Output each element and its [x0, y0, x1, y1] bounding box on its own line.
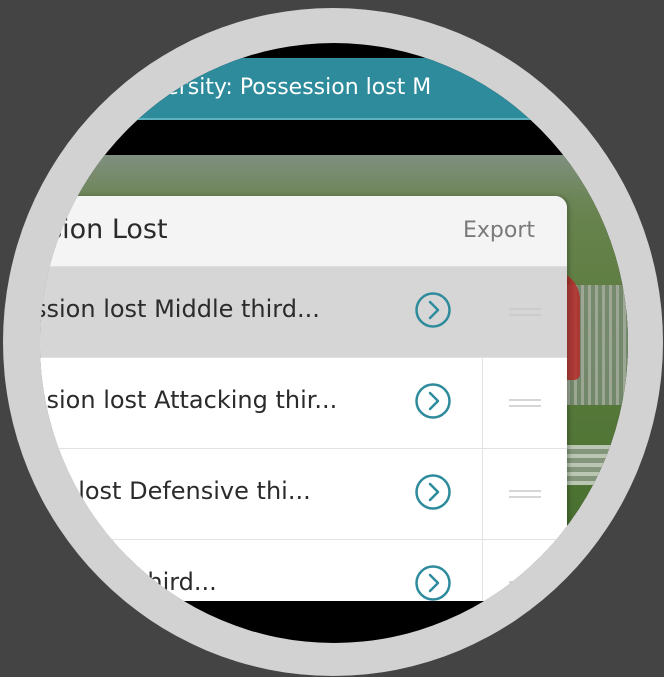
drag-handle-icon[interactable]: [509, 489, 541, 499]
list-item-label: ssion lost Middle third...: [40, 295, 320, 323]
chevron-right-circle-icon[interactable]: [414, 291, 452, 329]
list-item-label: ion lost Defensive thi...: [40, 477, 311, 505]
drag-handle-icon[interactable]: [509, 398, 541, 408]
chevron-right-circle-icon[interactable]: [414, 473, 452, 511]
drag-handle-icon[interactable]: [509, 580, 541, 590]
export-button[interactable]: Export: [463, 218, 535, 243]
drag-handle-cell[interactable]: [482, 267, 567, 357]
drag-handle-cell[interactable]: [482, 358, 567, 448]
video-title: r University: Possession lost M: [100, 75, 432, 100]
chevron-right-circle-icon[interactable]: [414, 564, 452, 601]
playlist-panel: ssion Lost Export ssion lost Middle thir…: [40, 196, 567, 601]
drag-handle-cell[interactable]: [482, 449, 567, 539]
panel-title: ssion Lost: [40, 214, 168, 245]
panel-header: ssion Lost Export: [40, 196, 567, 267]
list-item[interactable]: ion lost Defensive thi...: [40, 449, 567, 540]
drag-handle-icon[interactable]: [509, 307, 541, 317]
drag-handle-cell[interactable]: [482, 540, 567, 601]
list-item[interactable]: ssion lost Middle third...: [40, 267, 567, 358]
video-title-bar: r University: Possession lost M: [40, 58, 628, 120]
list-item[interactable]: ssion lost Attacking thir...: [40, 358, 567, 449]
list-item[interactable]: t Middle third...: [40, 540, 567, 601]
list-item-label: t Middle third...: [40, 568, 217, 596]
magnified-view: r University: Possession lost M ssion Lo…: [40, 43, 628, 643]
chevron-right-circle-icon[interactable]: [414, 382, 452, 420]
stadium-rail: [560, 445, 628, 485]
list-item-label: ssion lost Attacking thir...: [40, 386, 338, 414]
pitch-line: [540, 625, 628, 628]
